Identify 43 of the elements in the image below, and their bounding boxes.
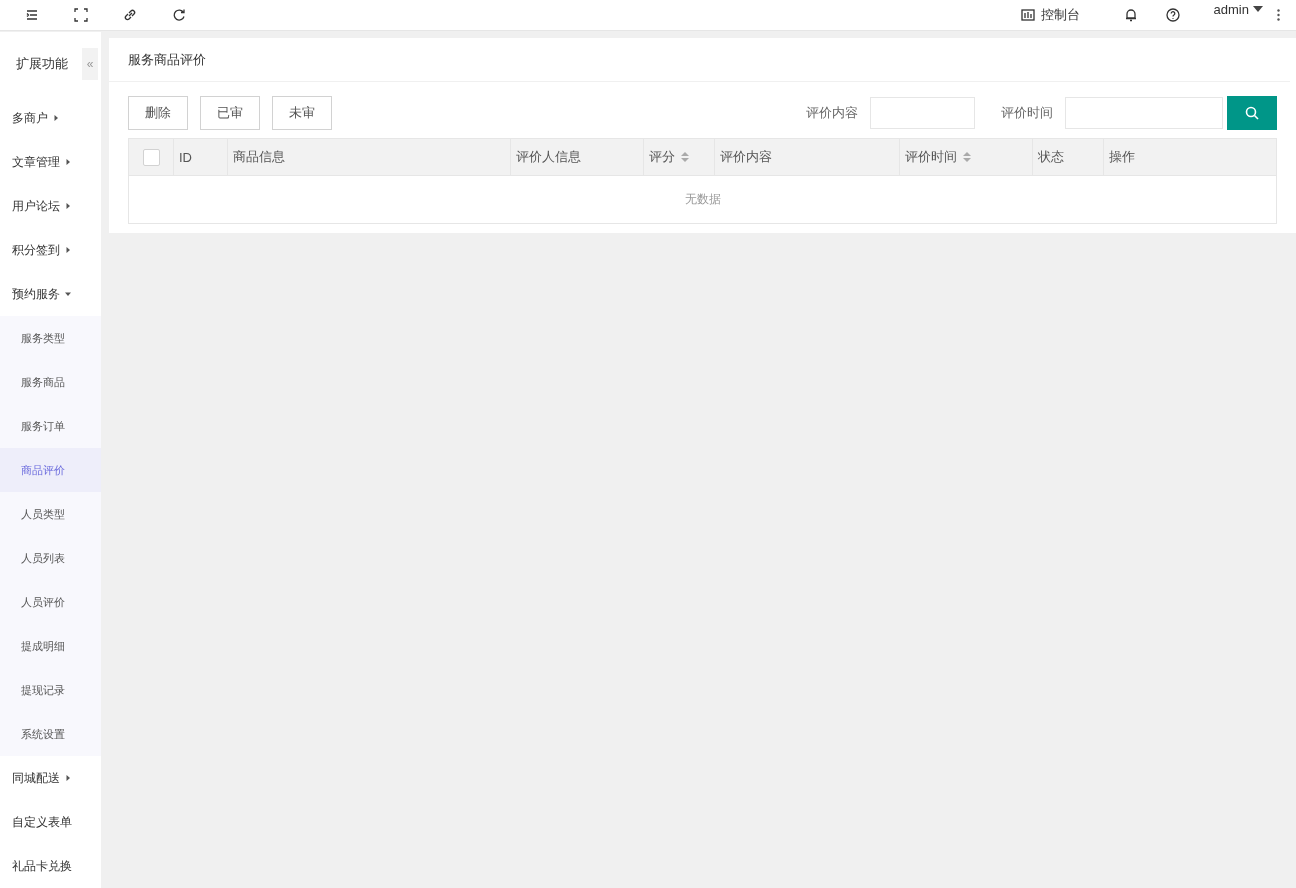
user-menu[interactable]: admin — [1213, 1, 1263, 17]
sidebar-subitem[interactable]: 服务订单 — [0, 404, 101, 448]
action-button[interactable]: 未审 — [272, 96, 332, 130]
column-header: 操作 — [1103, 139, 1276, 175]
caret-icon — [65, 291, 71, 297]
column-header: 评价人信息 — [510, 139, 643, 175]
sidebar-subitem[interactable]: 提成明细 — [0, 624, 101, 668]
search-icon — [1244, 105, 1260, 121]
empty-text: 无数据 — [684, 191, 721, 208]
caret-icon — [65, 203, 71, 209]
filter-label: 评价内容 — [806, 104, 858, 122]
column-header: ID — [173, 139, 227, 175]
help-icon[interactable] — [1165, 8, 1180, 22]
sidebar-subitem[interactable]: 提现记录 — [0, 668, 101, 712]
column-header: 评价内容 — [714, 139, 899, 175]
column-header[interactable]: 评价时间 — [899, 139, 1032, 175]
filter-field[interactable] — [1065, 97, 1223, 129]
sidebar-subitem[interactable]: 系统设置 — [0, 712, 101, 756]
filter-label: 评价时间 — [1001, 104, 1053, 122]
column-header: 状态 — [1032, 139, 1103, 175]
action-button[interactable]: 删除 — [128, 96, 188, 130]
sidebar-subitem[interactable]: 人员类型 — [0, 492, 101, 536]
column-header: 商品信息 — [227, 139, 510, 175]
select-all-checkbox[interactable] — [142, 148, 160, 166]
sidebar-subitem[interactable]: 商品评价 — [0, 448, 101, 492]
sidebar-subitem[interactable]: 人员列表 — [0, 536, 101, 580]
console-icon[interactable] — [1020, 9, 1035, 21]
action-button[interactable]: 已审 — [200, 96, 260, 130]
filter-field[interactable] — [870, 97, 975, 129]
more-icon[interactable] — [1277, 9, 1280, 21]
sidebar-subitem[interactable]: 服务商品 — [0, 360, 101, 404]
sidebar-subitem[interactable]: 人员评价 — [0, 580, 101, 624]
column-header[interactable]: 评分 — [643, 139, 714, 175]
caret-icon — [53, 115, 59, 121]
sidebar-subitem[interactable]: 服务类型 — [0, 316, 101, 360]
panel-title: 服务商品评价 — [128, 50, 206, 69]
caret-icon — [65, 775, 71, 781]
notification-icon[interactable] — [1123, 8, 1138, 22]
caret-icon — [65, 247, 71, 253]
caret-icon — [1253, 6, 1263, 12]
caret-icon — [65, 159, 71, 165]
console-link[interactable]: 控制台 — [1040, 6, 1080, 24]
sidebar-title: 扩展功能 — [15, 55, 69, 73]
